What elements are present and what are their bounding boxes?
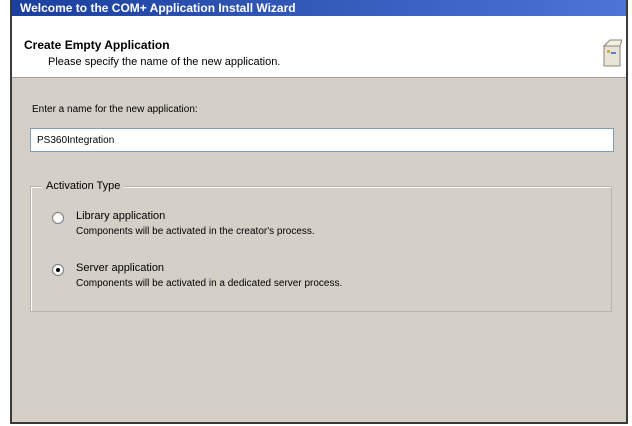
library-application-description: Components will be activated in the crea… [76, 226, 315, 237]
wizard-box-icon [600, 36, 623, 70]
library-application-radio[interactable] [52, 212, 64, 224]
window-title: Welcome to the COM+ Application Install … [12, 0, 626, 16]
server-application-label: Server application [76, 262, 165, 274]
library-application-label: Library application [76, 210, 166, 222]
server-application-description: Components will be activated in a dedica… [76, 278, 343, 289]
page-subtitle: Please specify the name of the new appli… [48, 56, 281, 68]
application-name-input[interactable] [30, 128, 614, 152]
wizard-window: Welcome to the COM+ Application Install … [10, 0, 628, 424]
server-application-radio[interactable] [52, 264, 64, 276]
name-field-label: Enter a name for the new application: [32, 104, 198, 115]
wizard-header: Create Empty Application Please specify … [12, 16, 626, 78]
radio-selected-dot [56, 268, 60, 272]
page-title: Create Empty Application [24, 38, 170, 52]
activation-type-groupbox [30, 186, 612, 312]
activation-type-legend: Activation Type [42, 180, 125, 192]
